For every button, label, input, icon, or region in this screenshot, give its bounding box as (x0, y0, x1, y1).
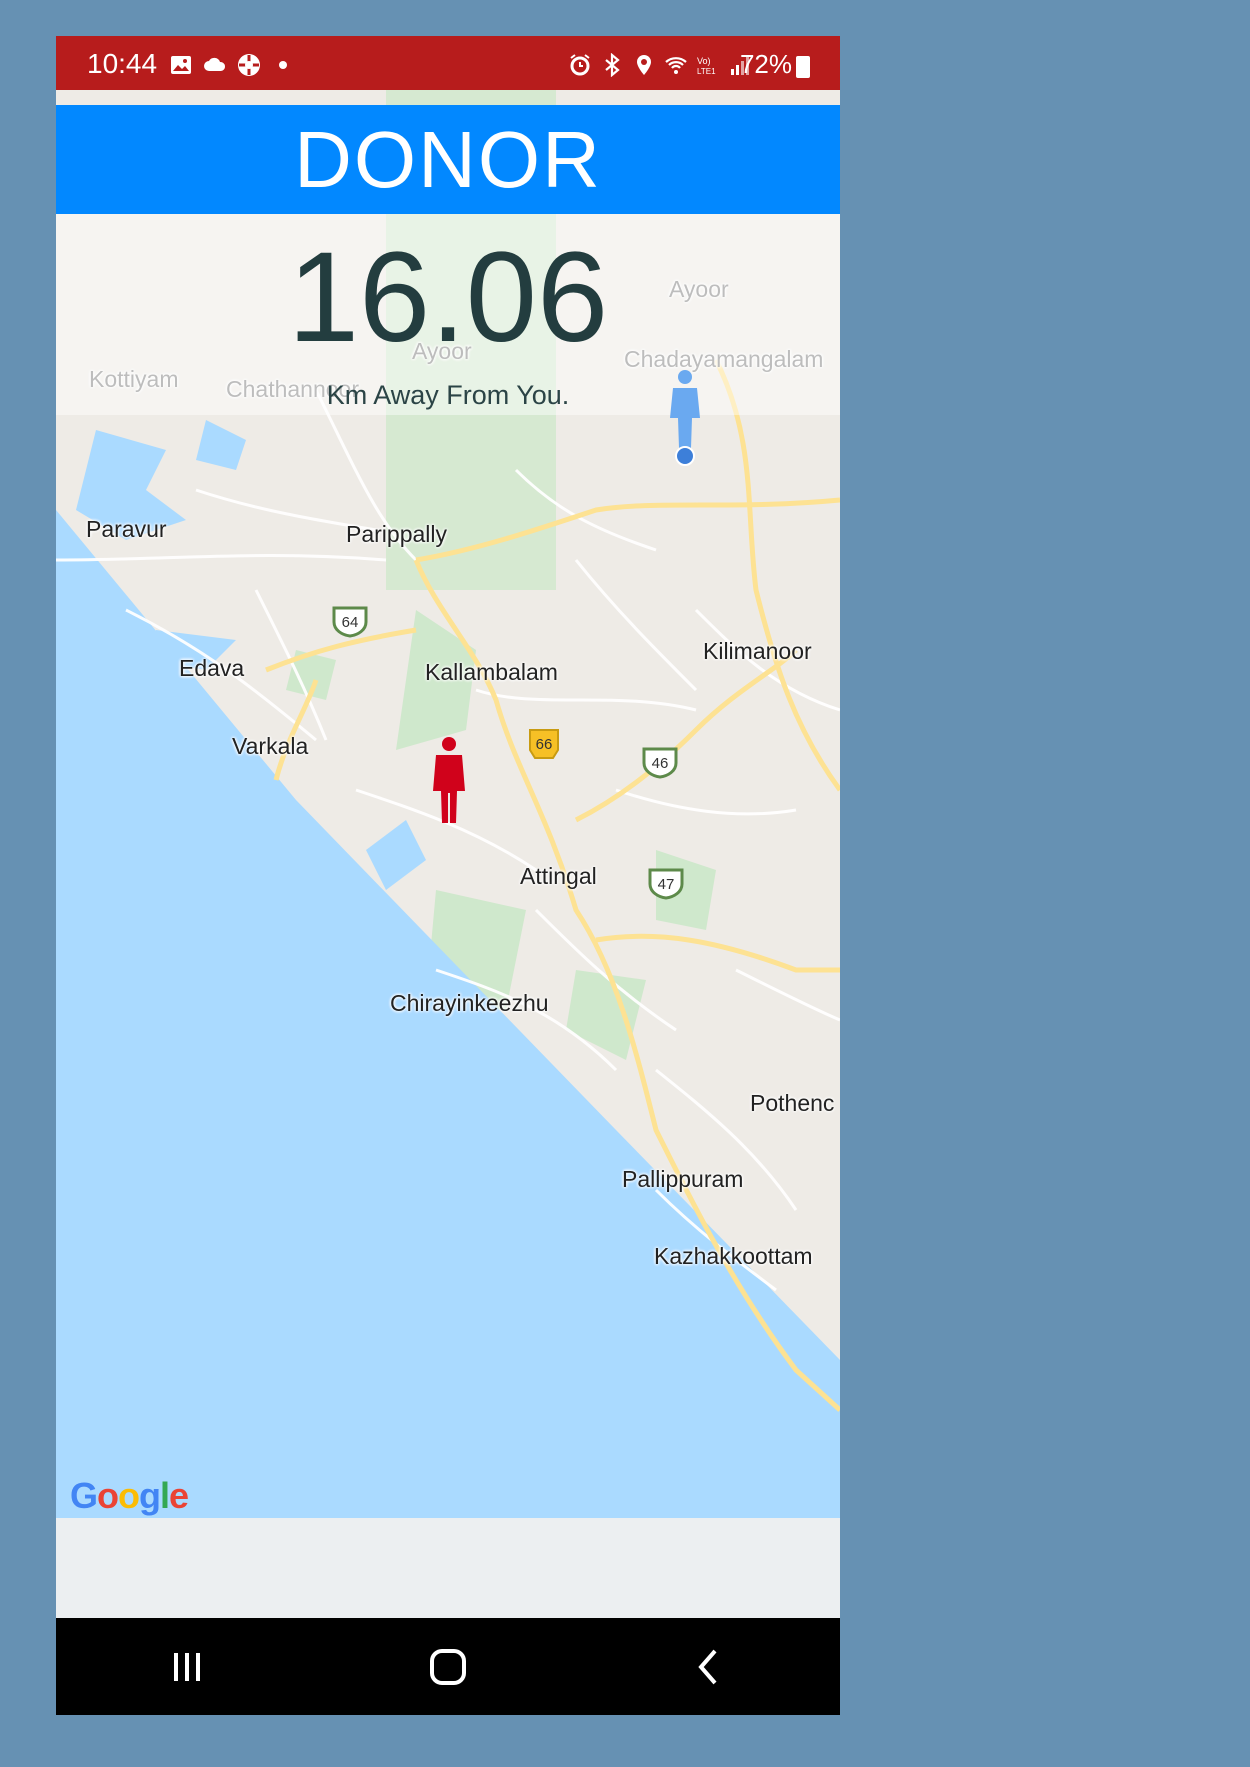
recents-icon (173, 1652, 200, 1681)
page-title: DONOR (294, 114, 602, 204)
map-label-kallambalam: Kallambalam (425, 659, 558, 685)
back-button[interactable] (679, 1637, 739, 1697)
bluetooth-icon (605, 53, 620, 77)
wifi-icon (665, 57, 687, 74)
home-icon (429, 1648, 466, 1685)
dot-icon (279, 61, 287, 69)
map-label-pothenc: Pothenc (750, 1090, 835, 1116)
svg-text:LTE1: LTE1 (697, 67, 716, 76)
highway-shield-47: 47 (648, 868, 684, 900)
map-label-varkala: Varkala (232, 733, 309, 759)
image-icon (171, 56, 191, 74)
home-button[interactable] (418, 1637, 478, 1697)
recents-button[interactable] (157, 1637, 217, 1697)
highway-shield-64: 64 (332, 606, 368, 638)
battery-icon (796, 56, 810, 78)
battery-percent: 72% (739, 49, 792, 79)
map-label-paravur: Paravur (86, 516, 167, 542)
svg-text:47: 47 (658, 876, 675, 893)
user-location-marker[interactable] (664, 368, 706, 468)
google-attribution-logo: Google (70, 1475, 189, 1516)
navigation-bar (56, 1618, 840, 1715)
map-label-edava: Edava (179, 655, 245, 681)
phone-screen: 10:44 Vo) LTE1 72% Ayoor Chadayamangalam… (56, 36, 840, 1715)
status-bar: 10:44 Vo) LTE1 72% (56, 36, 840, 90)
distance-caption: Km Away From You. (326, 380, 570, 410)
donor-location-marker[interactable] (428, 736, 470, 826)
cloud-icon (204, 57, 226, 71)
svg-text:Vo): Vo) (697, 56, 711, 66)
distance-value: 16.06 (287, 226, 609, 369)
system-icons: Vo) LTE1 (568, 52, 752, 78)
location-icon (637, 55, 651, 75)
notification-icons (169, 52, 295, 78)
svg-text:46: 46 (652, 755, 669, 772)
alarm-icon (570, 54, 590, 76)
volte-icon: Vo)LTE1 (697, 56, 716, 76)
highway-shield-66: 66 (529, 729, 559, 759)
svg-text:64: 64 (342, 614, 359, 631)
map-label-parippally: Parippally (346, 521, 447, 547)
highway-shield-46: 46 (642, 747, 678, 779)
app-icon (238, 54, 260, 76)
map-label-kazhakkoottam: Kazhakkoottam (654, 1243, 813, 1269)
svg-text:66: 66 (536, 736, 553, 753)
status-time: 10:44 (87, 48, 158, 79)
map-label-attingal: Attingal (520, 863, 597, 889)
distance-panel: 16.06 Km Away From You. (56, 214, 840, 415)
map-label-pallippuram: Pallippuram (622, 1166, 744, 1192)
app-header: DONOR (56, 105, 840, 214)
map-label-kilimanoor: Kilimanoor (703, 638, 812, 664)
map-label-chirayinkeezhu: Chirayinkeezhu (390, 990, 549, 1016)
back-icon (698, 1649, 717, 1684)
